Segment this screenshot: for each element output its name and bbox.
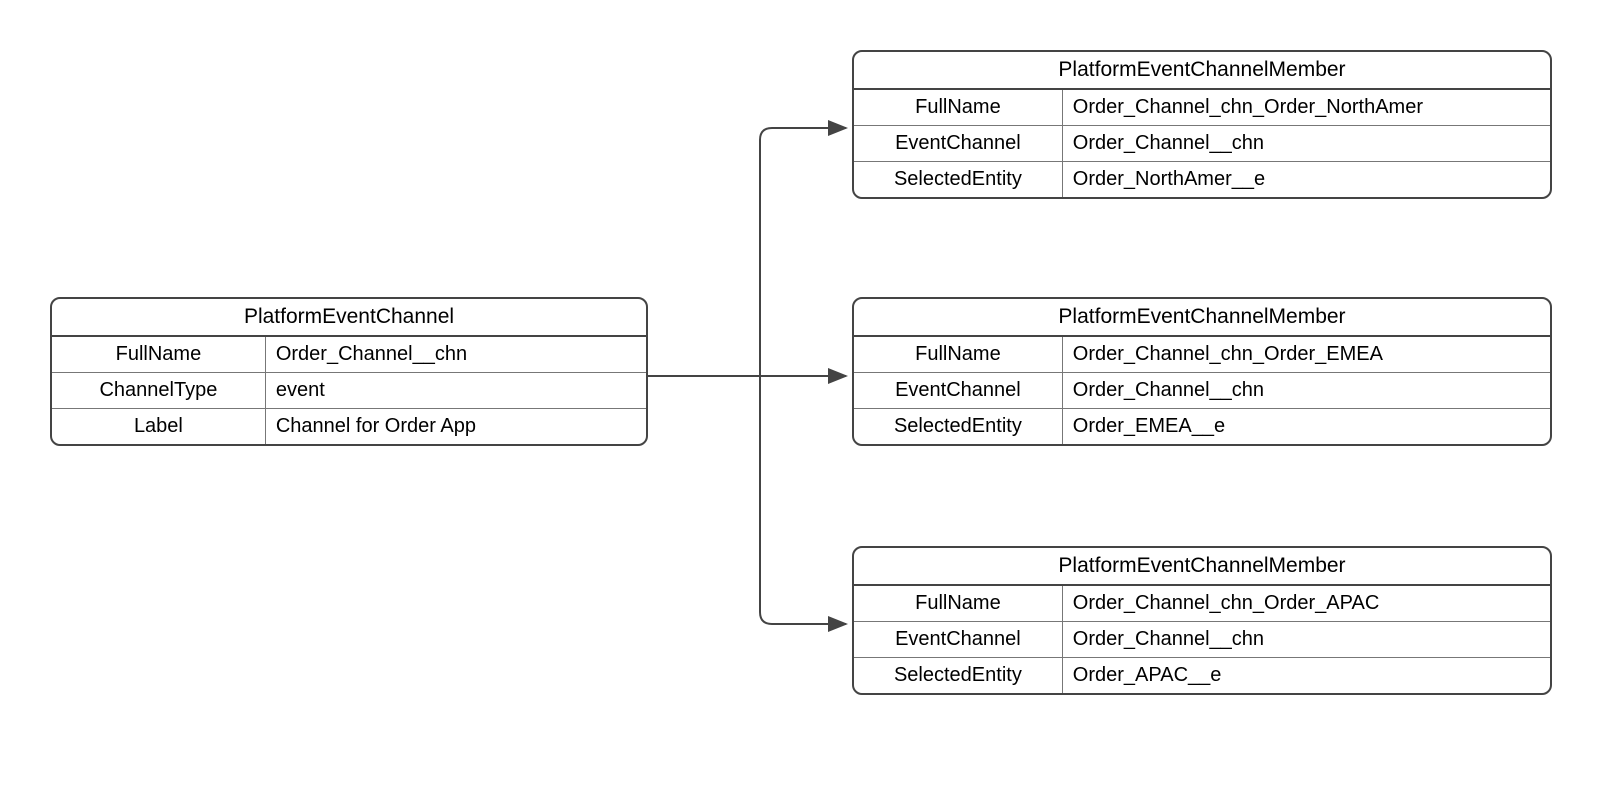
entity-row: Label Channel for Order App — [52, 409, 646, 444]
field-key: FullName — [854, 337, 1063, 372]
entity-row: FullName Order_Channel_chn_Order_EMEA — [854, 337, 1550, 373]
field-value: event — [266, 373, 646, 408]
field-key: ChannelType — [52, 373, 266, 408]
field-key: SelectedEntity — [854, 658, 1063, 693]
field-key: EventChannel — [854, 373, 1063, 408]
field-key: FullName — [854, 586, 1063, 621]
field-key: SelectedEntity — [854, 162, 1063, 197]
entity-title: PlatformEventChannelMember — [854, 299, 1550, 337]
field-value: Channel for Order App — [266, 409, 646, 444]
entity-row: ChannelType event — [52, 373, 646, 409]
entity-row: SelectedEntity Order_NorthAmer__e — [854, 162, 1550, 197]
entity-title: PlatformEventChannel — [52, 299, 646, 337]
field-value: Order_Channel__chn — [1063, 622, 1550, 657]
entity-title: PlatformEventChannelMember — [854, 548, 1550, 586]
entity-row: EventChannel Order_Channel__chn — [854, 373, 1550, 409]
entity-channel-member-3: PlatformEventChannelMember FullName Orde… — [852, 546, 1552, 695]
field-value: Order_Channel__chn — [266, 337, 646, 372]
field-value: Order_EMEA__e — [1063, 409, 1550, 444]
field-value: Order_NorthAmer__e — [1063, 162, 1550, 197]
field-value: Order_APAC__e — [1063, 658, 1550, 693]
field-value: Order_Channel_chn_Order_APAC — [1063, 586, 1550, 621]
field-key: Label — [52, 409, 266, 444]
field-value: Order_Channel_chn_Order_NorthAmer — [1063, 90, 1550, 125]
field-key: FullName — [52, 337, 266, 372]
entity-row: SelectedEntity Order_APAC__e — [854, 658, 1550, 693]
entity-title: PlatformEventChannelMember — [854, 52, 1550, 90]
entity-channel-member-2: PlatformEventChannelMember FullName Orde… — [852, 297, 1552, 446]
entity-row: SelectedEntity Order_EMEA__e — [854, 409, 1550, 444]
entity-row: FullName Order_Channel_chn_Order_APAC — [854, 586, 1550, 622]
entity-row: EventChannel Order_Channel__chn — [854, 622, 1550, 658]
entity-channel-member-1: PlatformEventChannelMember FullName Orde… — [852, 50, 1552, 199]
entity-row: FullName Order_Channel_chn_Order_NorthAm… — [854, 90, 1550, 126]
entity-row: FullName Order_Channel__chn — [52, 337, 646, 373]
field-key: EventChannel — [854, 126, 1063, 161]
entity-row: EventChannel Order_Channel__chn — [854, 126, 1550, 162]
field-value: Order_Channel__chn — [1063, 373, 1550, 408]
field-value: Order_Channel_chn_Order_EMEA — [1063, 337, 1550, 372]
entity-platform-event-channel: PlatformEventChannel FullName Order_Chan… — [50, 297, 648, 446]
field-key: EventChannel — [854, 622, 1063, 657]
field-key: SelectedEntity — [854, 409, 1063, 444]
field-value: Order_Channel__chn — [1063, 126, 1550, 161]
field-key: FullName — [854, 90, 1063, 125]
